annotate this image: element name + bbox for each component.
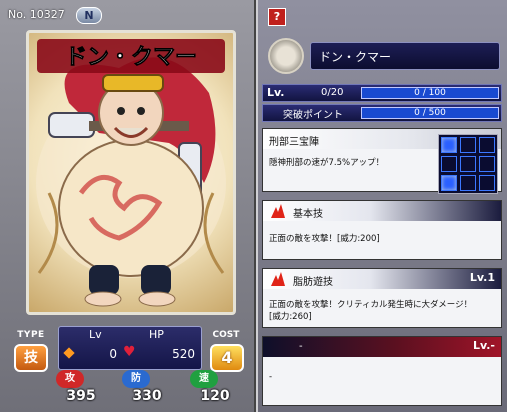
- detail-panel: ? ドン・クマー Lv. 0/20 0 / 100 突破ポイント 0 / 500…: [258, 0, 507, 412]
- limit-break-row: 突破ポイント 0 / 500: [262, 104, 502, 122]
- basic-skill: 基本技 正面の敵を攻撃！[威力:200]: [262, 200, 502, 260]
- formation-cell: [460, 175, 476, 191]
- formation-cell: [479, 156, 495, 172]
- help-button[interactable]: ?: [268, 8, 286, 26]
- heart-icon: ♥: [123, 344, 136, 360]
- formation-cell: [479, 137, 495, 153]
- fire-icon: [271, 204, 285, 218]
- formation-cell: [441, 175, 457, 191]
- lv-value: 0: [109, 347, 117, 361]
- formation-cell: [441, 137, 457, 153]
- extra-skill-description: -: [269, 372, 273, 382]
- level-progress: 0/20: [321, 87, 344, 98]
- level-section: Lv. 0/20 0 / 100 突破ポイント 0 / 500: [262, 84, 502, 124]
- formation-cell: [441, 156, 457, 172]
- cost-label: COST: [212, 330, 240, 340]
- character-art: ドン・クマー: [26, 30, 236, 315]
- lv-label: Lv: [89, 328, 102, 341]
- character-name: ドン・クマー: [310, 42, 500, 70]
- avatar: [268, 38, 304, 74]
- type-label: TYPE: [17, 330, 45, 340]
- level-label: Lv.: [267, 86, 285, 99]
- formation-cell: [460, 156, 476, 172]
- basic-skill-header: 基本技: [263, 201, 501, 221]
- special-skill-level: Lv.1: [469, 271, 495, 284]
- special-skill-header: 脂肪遊技 Lv.1: [263, 269, 501, 289]
- formation-grid: [438, 134, 498, 194]
- hp-label: HP: [149, 328, 164, 341]
- speed-stat: 速 120: [186, 368, 244, 408]
- lv-hp-panel: Lv HP 0 ♥ 520: [58, 326, 202, 370]
- attack-icon: 攻: [56, 370, 84, 388]
- name-banner: ドン・クマー: [65, 45, 197, 70]
- extra-skill: - Lv.- -: [262, 336, 502, 406]
- cost-badge: COST 4: [204, 324, 248, 372]
- level-row: Lv. 0/20 0 / 100: [262, 84, 502, 102]
- character-illustration: ドン・クマー: [36, 39, 226, 307]
- basic-skill-title: 基本技: [293, 209, 323, 220]
- exp-bar: 0 / 100: [361, 87, 499, 99]
- card-number-value: 10327: [29, 8, 65, 21]
- attack-value: 395: [66, 388, 96, 404]
- character-name-row: ドン・クマー: [264, 34, 500, 80]
- defense-value: 330: [132, 388, 162, 404]
- card-stats: TYPE 技 Lv HP 0 ♥ 520 COST 4 攻 395 防 330: [6, 322, 250, 410]
- type-badge: TYPE 技: [8, 324, 52, 372]
- defense-icon: 防: [122, 370, 150, 388]
- formation-cell: [479, 175, 495, 191]
- limit-break-label: 突破ポイント: [283, 110, 343, 121]
- limit-break-bar: 0 / 500: [361, 107, 499, 119]
- fire-icon: [271, 272, 285, 286]
- level-diamond-icon: [63, 347, 75, 359]
- card-number: No. 10327: [8, 8, 65, 21]
- basic-skill-description: 正面の敵を攻撃！[威力:200]: [269, 234, 380, 244]
- formation-skill-description: 隠神刑部の速が7.5%アップ！: [269, 158, 385, 168]
- special-skill-title: 脂肪遊技: [293, 277, 333, 288]
- extra-skill-level: Lv.-: [472, 339, 495, 352]
- special-skill-description: 正面の敵を攻撃！クリティカル発生時に大ダメージ！ [威力:260]: [269, 300, 473, 322]
- attack-stat: 攻 395: [52, 368, 110, 408]
- battle-stats: 攻 395 防 330 速 120: [52, 368, 248, 408]
- hp-value: 520: [172, 347, 195, 361]
- formation-cell: [460, 137, 476, 153]
- card-panel: No. 10327 N ドン・クマー TYPE 技 Lv HP 0 ♥ 520 …: [0, 0, 256, 412]
- defense-stat: 防 330: [118, 368, 176, 408]
- extra-skill-title: -: [299, 341, 303, 352]
- speed-icon: 速: [190, 370, 218, 388]
- rarity-badge: N: [76, 7, 102, 24]
- special-skill: 脂肪遊技 Lv.1 正面の敵を攻撃！クリティカル発生時に大ダメージ！ [威力:2…: [262, 268, 502, 328]
- extra-skill-header: - Lv.-: [263, 337, 501, 357]
- type-value: 技: [14, 344, 48, 372]
- card-number-label: No.: [8, 8, 27, 21]
- speed-value: 120: [200, 388, 230, 404]
- formation-skill-title: 刑部三宝陣: [269, 137, 319, 148]
